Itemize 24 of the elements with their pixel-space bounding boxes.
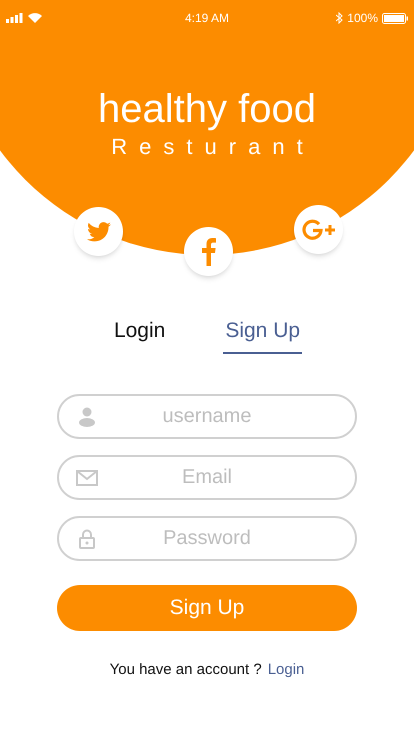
social-button[interactable] [184,227,233,276]
tab[interactable]: Sign Up [223,316,302,354]
status-time: 4:19 AM [184,10,230,27]
battery-percent: 100% [347,10,378,27]
person-icon [78,406,96,426]
google-plus-icon [302,218,336,240]
lock-icon [79,528,95,548]
input-field[interactable]: username [57,394,357,439]
input-field[interactable]: Email [57,455,357,500]
wifi-icon [28,13,42,23]
envelope-icon [76,470,98,486]
social-button[interactable] [74,207,123,256]
input-field[interactable]: Password [57,516,357,561]
app-title: healthy food [98,86,316,132]
bluetooth-icon [336,12,344,24]
bird-icon [86,222,110,242]
login-link[interactable]: Login [268,659,304,682]
signal-icon [6,13,24,23]
app-subtitle: Resturant [110,133,315,161]
tab[interactable]: Login [112,316,168,354]
battery-icon [382,12,408,24]
letter-f-icon [202,238,216,266]
footer-text: You have an account ? [110,660,262,680]
social-button[interactable] [294,205,343,254]
